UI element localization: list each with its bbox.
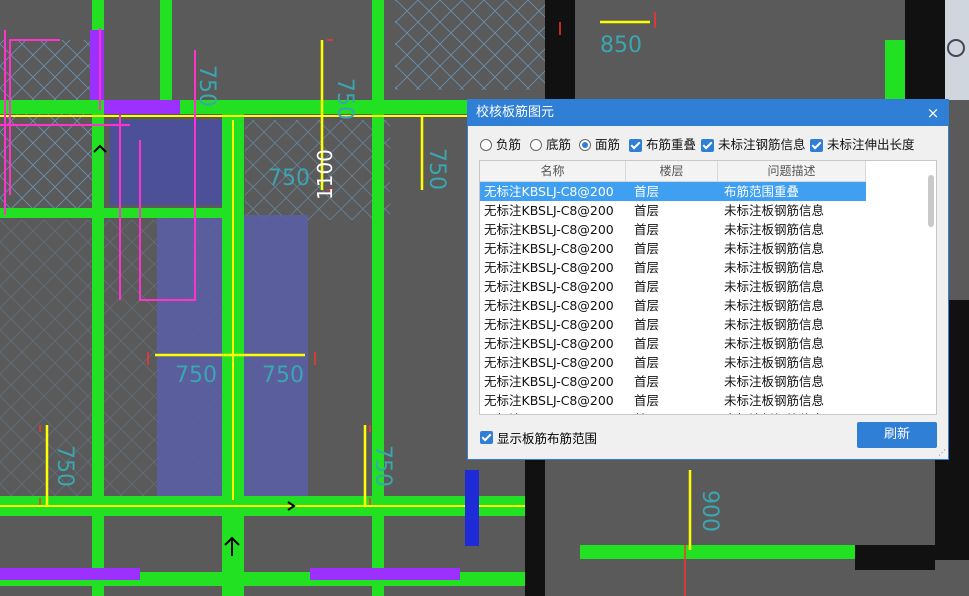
cell-floor: 首层 bbox=[634, 317, 660, 332]
cell-issue: 未标注板钢筋信息 bbox=[724, 279, 825, 294]
table-body: 无标注KBSLJ-C8@200 首层 布筋范围重叠 无标注KBSLJ-C8@200 首层… bbox=[480, 182, 920, 414]
cell-issue: 未标注板钢筋信息 bbox=[724, 410, 824, 414]
cell-name: 无标注KBSLJ-C8@200 bbox=[484, 393, 614, 408]
cell-floor: 首层 bbox=[634, 298, 660, 313]
dim-label: 750 bbox=[370, 445, 395, 487]
table-row[interactable]: 无标注KBSLJ-C8@200 首层 未标注板钢筋信息 bbox=[480, 391, 920, 410]
cell-name: 无标注KBSLJ-C8@200 bbox=[484, 298, 614, 313]
table-row[interactable]: 无标注KBSLJ-C8@200 首层 未标注板钢筋信息 bbox=[480, 239, 920, 258]
table-row[interactable]: 无标注KBSLJ-C8@200 首层 未标注板钢筋信息 bbox=[480, 220, 920, 239]
cell-name: 无标注KBSLJ-C8@200 bbox=[484, 241, 614, 256]
cell-name: 无标注KBSLJ-C8@200 bbox=[484, 317, 614, 332]
dim-label: 850 bbox=[600, 33, 642, 58]
radio-selected-icon bbox=[579, 139, 591, 151]
table-row[interactable]: 无标注KBSLJ-C8@200 首层 未标注板钢筋信息 bbox=[480, 353, 920, 372]
radio-bottom-rebar[interactable]: 底筋 bbox=[530, 136, 571, 154]
cell-name: 无标注KBSLJ-C8@200 bbox=[484, 410, 614, 414]
dim-label: 750 bbox=[262, 363, 304, 388]
cell-name: 无标注KBSLJ-C8@200 bbox=[484, 184, 614, 199]
cell-issue: 未标注板钢筋信息 bbox=[724, 203, 825, 218]
checkbox-rebar-overlap[interactable]: 布筋重叠 bbox=[629, 136, 696, 154]
cell-name: 无标注KBSLJ-C8@200 bbox=[484, 279, 614, 294]
cell-floor: 首层 bbox=[634, 260, 660, 275]
cell-floor: 首层 bbox=[634, 410, 659, 414]
cell-floor: 首层 bbox=[634, 222, 660, 237]
check-slab-rebar-dialog: 校核板筋图元 × 负筋 底筋 面筋 布筋重叠 未标注钢筋信息 未标注伸出长度 名… bbox=[467, 99, 949, 460]
cell-name: 无标注KBSLJ-C8@200 bbox=[484, 336, 614, 351]
refresh-button[interactable]: 刷新 bbox=[857, 422, 937, 448]
radio-icon bbox=[530, 139, 542, 151]
table-row[interactable]: 无标注KBSLJ-C8@200 首层 未标注板钢筋信息 bbox=[480, 277, 920, 296]
cell-floor: 首层 bbox=[634, 336, 660, 351]
cell-issue: 未标注板钢筋信息 bbox=[724, 336, 825, 351]
checkbox-unlabeled-extension-length[interactable]: 未标注伸出长度 bbox=[810, 136, 915, 154]
cell-name: 无标注KBSLJ-C8@200 bbox=[484, 355, 614, 370]
cell-name: 无标注KBSLJ-C8@200 bbox=[484, 203, 614, 218]
dialog-titlebar[interactable]: 校核板筋图元 × bbox=[468, 100, 948, 126]
cell-name: 无标注KBSLJ-C8@200 bbox=[484, 222, 614, 237]
cell-issue: 未标注板钢筋信息 bbox=[724, 222, 825, 237]
cell-issue: 未标注板钢筋信息 bbox=[724, 317, 825, 332]
checkbox-unlabeled-rebar-info[interactable]: 未标注钢筋信息 bbox=[701, 136, 806, 154]
radio-negative-rebar[interactable]: 负筋 bbox=[480, 136, 521, 154]
cell-name: 无标注KBSLJ-C8@200 bbox=[484, 374, 614, 389]
column-header-issue[interactable]: 问题描述 bbox=[718, 161, 866, 181]
table-row[interactable]: 无标注KBSLJ-C8@200 首层 未标注板钢筋信息 bbox=[480, 372, 920, 391]
cell-issue: 未标注板钢筋信息 bbox=[724, 393, 825, 408]
cell-floor: 首层 bbox=[634, 184, 660, 199]
table-row[interactable]: 无标注KBSLJ-C8@200 首层 未标注板钢筋信息 bbox=[480, 315, 920, 334]
table-row[interactable]: 无标注KBSLJ-C8@200 首层 未标注板钢筋信息 bbox=[480, 410, 920, 414]
cell-floor: 首层 bbox=[634, 241, 660, 256]
checkbox-show-rebar-range[interactable]: 显示板筋布筋范围 bbox=[480, 428, 597, 447]
cell-floor: 首层 bbox=[634, 355, 660, 370]
dim-label: 750 bbox=[268, 166, 310, 191]
dim-label: 750 bbox=[194, 65, 219, 107]
radio-icon bbox=[480, 139, 492, 151]
cell-floor: 首层 bbox=[634, 374, 660, 389]
resize-grip-icon[interactable]: ⋰ bbox=[938, 449, 946, 457]
cell-issue: 未标注板钢筋信息 bbox=[724, 260, 825, 275]
cell-name: 无标注KBSLJ-C8@200 bbox=[484, 260, 614, 275]
dim-label: 1100 bbox=[313, 149, 337, 200]
cell-issue: 未标注板钢筋信息 bbox=[724, 298, 825, 313]
table-row[interactable]: 无标注KBSLJ-C8@200 首层 布筋范围重叠 bbox=[480, 182, 866, 201]
table-row[interactable]: 无标注KBSLJ-C8@200 首层 未标注板钢筋信息 bbox=[480, 201, 920, 220]
cell-floor: 首层 bbox=[634, 203, 660, 218]
dim-label: 750 bbox=[424, 148, 449, 190]
table-row[interactable]: 无标注KBSLJ-C8@200 首层 未标注板钢筋信息 bbox=[480, 258, 920, 277]
checkbox-checked-icon bbox=[810, 138, 823, 152]
cell-floor: 首层 bbox=[634, 393, 660, 408]
table-row[interactable]: 无标注KBSLJ-C8@200 首层 未标注板钢筋信息 bbox=[480, 334, 920, 353]
checkbox-checked-icon bbox=[480, 431, 493, 444]
dim-label: 750 bbox=[332, 78, 357, 120]
issue-table[interactable]: 名称 楼层 问题描述 无标注KBSLJ-C8@200 首层 布筋范围重叠 无标注KBS… bbox=[479, 160, 937, 415]
checkbox-checked-icon bbox=[701, 138, 714, 152]
column-header-name[interactable]: 名称 bbox=[480, 161, 626, 181]
cell-issue: 布筋范围重叠 bbox=[724, 184, 800, 199]
cell-floor: 首层 bbox=[634, 279, 660, 294]
cell-issue: 未标注板钢筋信息 bbox=[724, 374, 825, 389]
table-header: 名称 楼层 问题描述 bbox=[480, 161, 866, 182]
column-header-floor[interactable]: 楼层 bbox=[626, 161, 718, 181]
table-row[interactable]: 无标注KBSLJ-C8@200 首层 未标注板钢筋信息 bbox=[480, 296, 920, 315]
close-icon[interactable]: × bbox=[924, 100, 942, 126]
cell-issue: 未标注板钢筋信息 bbox=[724, 241, 825, 256]
dim-label: 900 bbox=[697, 490, 722, 532]
cell-issue: 未标注板钢筋信息 bbox=[724, 355, 825, 370]
dim-label: 750 bbox=[52, 445, 77, 487]
radio-top-rebar[interactable]: 面筋 bbox=[579, 136, 620, 154]
vertical-scrollbar[interactable] bbox=[928, 175, 934, 227]
dialog-title: 校核板筋图元 bbox=[476, 105, 555, 120]
checkbox-checked-icon bbox=[629, 138, 642, 152]
dim-label: 750 bbox=[175, 363, 217, 388]
